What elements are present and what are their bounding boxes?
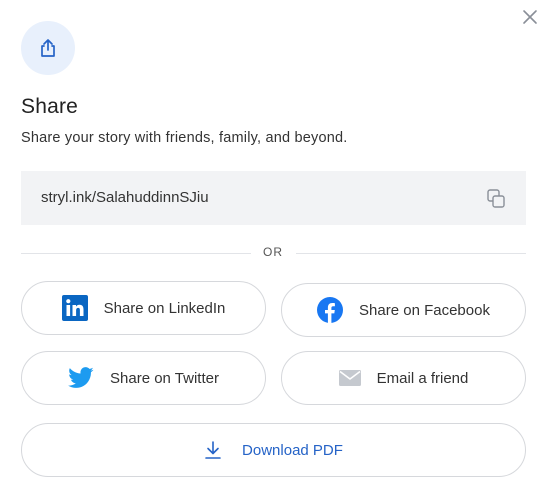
or-divider: OR (21, 243, 526, 263)
download-pdf-label: Download PDF (242, 441, 343, 459)
email-friend-label: Email a friend (376, 369, 469, 387)
share-icon (41, 39, 55, 57)
divider-line-left (21, 253, 251, 254)
twitter-icon (68, 367, 94, 389)
divider-line-right (296, 253, 526, 254)
copy-link-button[interactable] (485, 187, 509, 211)
envelope-icon (338, 370, 361, 386)
or-label: OR (263, 245, 283, 259)
share-link-url[interactable]: stryl.ink/SalahuddinnSJiu (41, 189, 209, 206)
dialog-subtitle: Share your story with friends, family, a… (21, 130, 348, 146)
facebook-icon (317, 297, 344, 323)
share-link-field[interactable]: stryl.ink/SalahuddinnSJiu (21, 171, 526, 225)
linkedin-icon (61, 295, 88, 321)
share-twitter-label: Share on Twitter (110, 369, 219, 387)
share-linkedin-label: Share on LinkedIn (103, 299, 226, 317)
share-linkedin-button[interactable]: Share on LinkedIn (21, 281, 266, 335)
copy-icon (487, 189, 505, 208)
dialog-title: Share (21, 95, 79, 118)
share-facebook-button[interactable]: Share on Facebook (281, 283, 526, 337)
email-friend-button[interactable]: Email a friend (281, 351, 526, 405)
download-pdf-button[interactable]: Download PDF (21, 423, 526, 477)
close-icon (523, 10, 537, 24)
close-button[interactable] (519, 6, 541, 28)
share-twitter-button[interactable]: Share on Twitter (21, 351, 266, 405)
share-facebook-label: Share on Facebook (359, 301, 490, 319)
download-icon (204, 440, 222, 460)
share-dialog: Share Share your story with friends, fam… (0, 0, 550, 498)
share-icon-badge (21, 21, 75, 75)
